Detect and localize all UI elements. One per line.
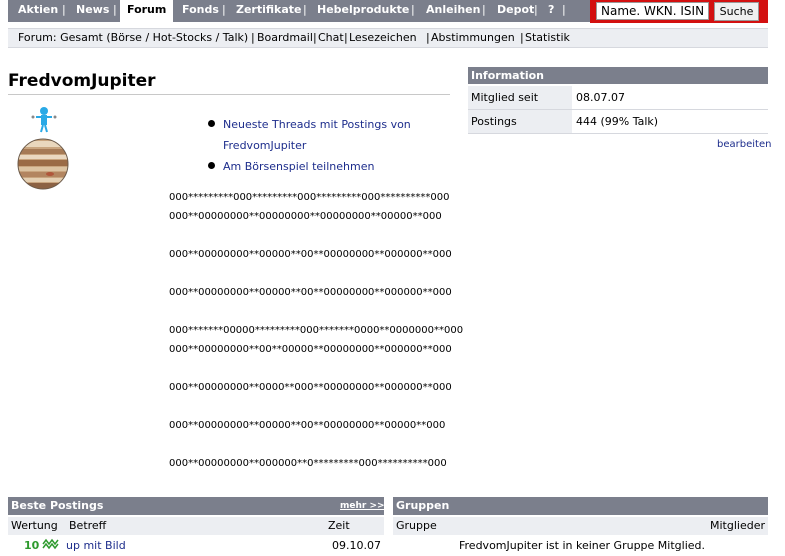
info-label: Postings <box>468 110 572 133</box>
best-postings-title: Beste Postings <box>11 499 104 512</box>
profile-text-line: 000**00000000**00000**00**00000000**0000… <box>169 249 452 260</box>
profile-text-line: 000**00000000**0000**000**00000000**0000… <box>169 382 452 393</box>
page-title: FredvomJupiter <box>8 71 156 91</box>
nav-separator: | <box>411 3 415 16</box>
tab-forum[interactable]: Forum <box>120 0 174 23</box>
groups-empty-message: FredvomJupiter ist in keiner Gruppe Mitg… <box>459 539 705 552</box>
table-row: 10 up mit Bild 09.10.07 <box>8 537 384 555</box>
nav-separator: | <box>344 31 348 44</box>
nav-separator: | <box>62 3 66 16</box>
jupiter-avatar-icon <box>17 107 69 190</box>
nav-separator: | <box>251 31 255 44</box>
posting-time: 09.10.07 <box>332 539 381 552</box>
tab-help[interactable]: ? <box>548 0 554 22</box>
column-header-members: Mitglieder <box>710 519 765 532</box>
nav-separator: | <box>303 3 307 16</box>
profile-text-line: 000*********000*********000*********000*… <box>169 192 450 203</box>
subnav-lesezeichen[interactable]: Lesezeichen <box>349 31 417 44</box>
tab-fonds[interactable]: Fonds <box>182 0 219 22</box>
groups-column-headers: Gruppe Mitglieder <box>393 517 768 535</box>
subnav-statistik[interactable]: Statistik <box>525 31 570 44</box>
profile-text-line: 000**00000000**00000**00**00000000**0000… <box>169 287 452 298</box>
more-postings-link[interactable]: mehr >> <box>340 497 385 515</box>
nav-separator: | <box>482 3 486 16</box>
profile-text-line: 000**00000000**00**00000**00000000**0000… <box>169 344 452 355</box>
avatar <box>10 104 78 190</box>
search-input[interactable] <box>596 2 709 20</box>
stock-game-link[interactable]: Am Börsenspiel teilnehmen <box>223 160 374 173</box>
latest-threads-link[interactable]: Neueste Threads mit Postings von <box>223 118 411 131</box>
tab-hebelprodukte[interactable]: Hebelprodukte <box>317 0 409 22</box>
info-row-member-since: Mitglied seit 08.07.07 <box>468 86 768 110</box>
posting-rating: 10 <box>24 539 40 552</box>
subnav-forum-gesamt[interactable]: Forum: Gesamt (Börse / Hot-Stocks / Talk… <box>18 31 248 44</box>
subnav-boardmail[interactable]: Boardmail <box>257 31 313 44</box>
column-header-rating: Wertung <box>11 519 58 532</box>
column-header-subject: Betreff <box>69 519 107 532</box>
column-header-time: Zeit <box>328 519 350 532</box>
nav-separator: | <box>426 31 430 44</box>
profile-text-line: 000**00000000**00000**00**00000000**0000… <box>169 420 446 431</box>
nav-separator: | <box>562 3 566 16</box>
search-button[interactable]: Suche <box>714 2 759 21</box>
subnav-abstimmungen[interactable]: Abstimmungen <box>431 31 515 44</box>
nav-separator: | <box>222 3 226 16</box>
bullet-icon <box>208 120 215 127</box>
latest-threads-link-username[interactable]: FredvomJupiter <box>223 139 306 152</box>
nav-separator: | <box>534 3 538 16</box>
bullet-icon <box>208 162 215 169</box>
edit-profile-link[interactable]: bearbeiten <box>717 139 771 150</box>
rating-stars-icon <box>42 538 60 553</box>
nav-separator: | <box>313 31 317 44</box>
info-value: 08.07.07 <box>576 91 625 104</box>
tab-anleihen[interactable]: Anleihen <box>426 0 480 22</box>
info-value: 444 (99% Talk) <box>576 115 659 128</box>
groups-header: Gruppen <box>393 497 768 515</box>
info-label: Mitglied seit <box>468 86 572 109</box>
title-divider <box>8 94 450 95</box>
search-box: Suche <box>590 0 768 23</box>
tab-zertifikate[interactable]: Zertifikate <box>236 0 302 22</box>
profile-text-line: 000*******00000*********000*******0000**… <box>169 325 464 336</box>
subnav-chat[interactable]: Chat <box>318 31 344 44</box>
profile-text-line: 000**00000000**00000000**00000000**00000… <box>169 211 442 222</box>
best-postings-header: Beste Postings mehr >> <box>8 497 385 515</box>
tab-depot[interactable]: Depot <box>497 0 534 22</box>
forum-subnavigation: Forum: Gesamt (Börse / Hot-Stocks / Talk… <box>8 28 768 48</box>
posting-subject-link[interactable]: up mit Bild <box>66 539 126 552</box>
information-header: Information <box>468 67 768 84</box>
tab-aktien[interactable]: Aktien <box>18 0 58 22</box>
info-row-postings: Postings 444 (99% Talk) <box>468 110 768 134</box>
best-postings-column-headers: Wertung Betreff Zeit <box>8 517 384 535</box>
column-header-group: Gruppe <box>396 519 437 532</box>
nav-separator: | <box>520 31 524 44</box>
profile-text-line: 000**00000000**000000**0*********000****… <box>169 458 447 469</box>
tab-news[interactable]: News <box>76 0 109 22</box>
groups-title: Gruppen <box>396 499 450 512</box>
nav-separator: | <box>113 3 117 16</box>
